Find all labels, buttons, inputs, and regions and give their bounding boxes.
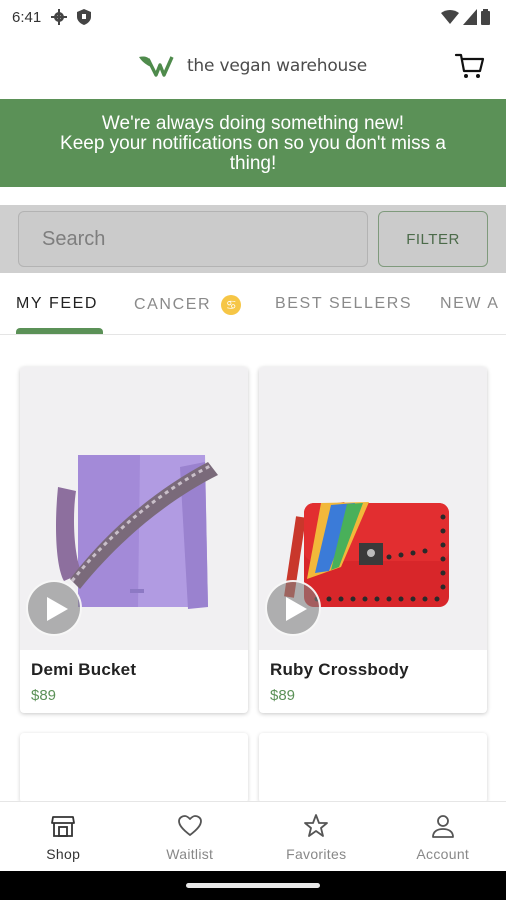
- cart-icon[interactable]: [454, 50, 486, 82]
- play-icon: [47, 597, 68, 621]
- tab-best-sellers[interactable]: BEST SELLERS: [275, 295, 412, 313]
- nav-favorites[interactable]: Favorites: [253, 802, 380, 871]
- nav-waitlist[interactable]: Waitlist: [127, 802, 254, 871]
- tab-my-feed[interactable]: MY FEED: [16, 295, 98, 313]
- nav-account[interactable]: Account: [380, 802, 506, 871]
- nav-account-label: Account: [416, 846, 470, 862]
- bottom-navigation: Shop Waitlist Favorites Account: [0, 801, 506, 871]
- tab-cancer-label: CANCER: [134, 296, 212, 314]
- search-bar: Search FILTER: [0, 205, 506, 273]
- product-name: Ruby Crossbody: [270, 660, 409, 679]
- settings-icon: [51, 9, 68, 25]
- nav-waitlist-label: Waitlist: [166, 846, 214, 862]
- product-card[interactable]: Demi Bucket $89: [20, 367, 248, 713]
- banner-line-1: We're always doing something new!: [101, 113, 405, 134]
- product-price: $89: [270, 687, 296, 704]
- star-icon: [304, 814, 329, 837]
- product-image-red-studded-crossbody[interactable]: [259, 367, 487, 650]
- product-card-partial[interactable]: [20, 733, 248, 803]
- banner-line-2: Keep your notifications on so you don't …: [60, 133, 446, 154]
- banner-line-3: thing!: [229, 153, 277, 174]
- nav-shop[interactable]: Shop: [0, 802, 127, 871]
- tab-new-arrivals[interactable]: NEW A: [440, 295, 500, 313]
- category-tabs: MY FEED CANCER ♋ BEST SELLERS NEW A: [0, 273, 506, 335]
- play-video-button[interactable]: [26, 580, 82, 636]
- play-icon: [286, 597, 307, 621]
- person-icon: [431, 815, 454, 838]
- app-header: the vegan warehouse: [0, 34, 506, 98]
- system-navigation-bar: [0, 871, 506, 900]
- status-time: 6:41: [12, 8, 42, 26]
- leaf-logo-icon: [138, 56, 174, 77]
- brand-logo[interactable]: the vegan warehouse: [138, 55, 368, 77]
- product-name: Demi Bucket: [31, 660, 137, 679]
- active-tab-indicator: [16, 328, 103, 334]
- nav-shop-label: Shop: [46, 846, 81, 862]
- notification-banner: We're always doing something new! Keep y…: [0, 99, 506, 187]
- signal-icon: [463, 9, 477, 25]
- status-right: [441, 9, 490, 25]
- search-input[interactable]: Search: [18, 211, 368, 267]
- heart-icon: [177, 815, 202, 836]
- tab-cancer[interactable]: CANCER ♋: [134, 295, 242, 315]
- cancer-zodiac-icon: ♋: [221, 295, 242, 315]
- product-card[interactable]: Ruby Crossbody $89: [259, 367, 487, 713]
- shop-icon: [51, 816, 76, 837]
- product-price: $89: [31, 687, 57, 704]
- wifi-icon: [441, 10, 459, 24]
- filter-button[interactable]: FILTER: [378, 211, 488, 267]
- brand-name: the vegan warehouse: [186, 56, 368, 76]
- status-left: 6:41: [12, 8, 92, 26]
- shield-icon: [77, 9, 92, 25]
- product-card-partial[interactable]: [259, 733, 487, 803]
- play-video-button[interactable]: [265, 580, 321, 636]
- product-image-purple-bucket-bag[interactable]: [20, 367, 248, 650]
- nav-favorites-label: Favorites: [286, 846, 347, 862]
- home-gesture-handle[interactable]: [186, 883, 320, 888]
- battery-icon: [481, 9, 490, 25]
- status-bar: 6:41: [0, 0, 506, 34]
